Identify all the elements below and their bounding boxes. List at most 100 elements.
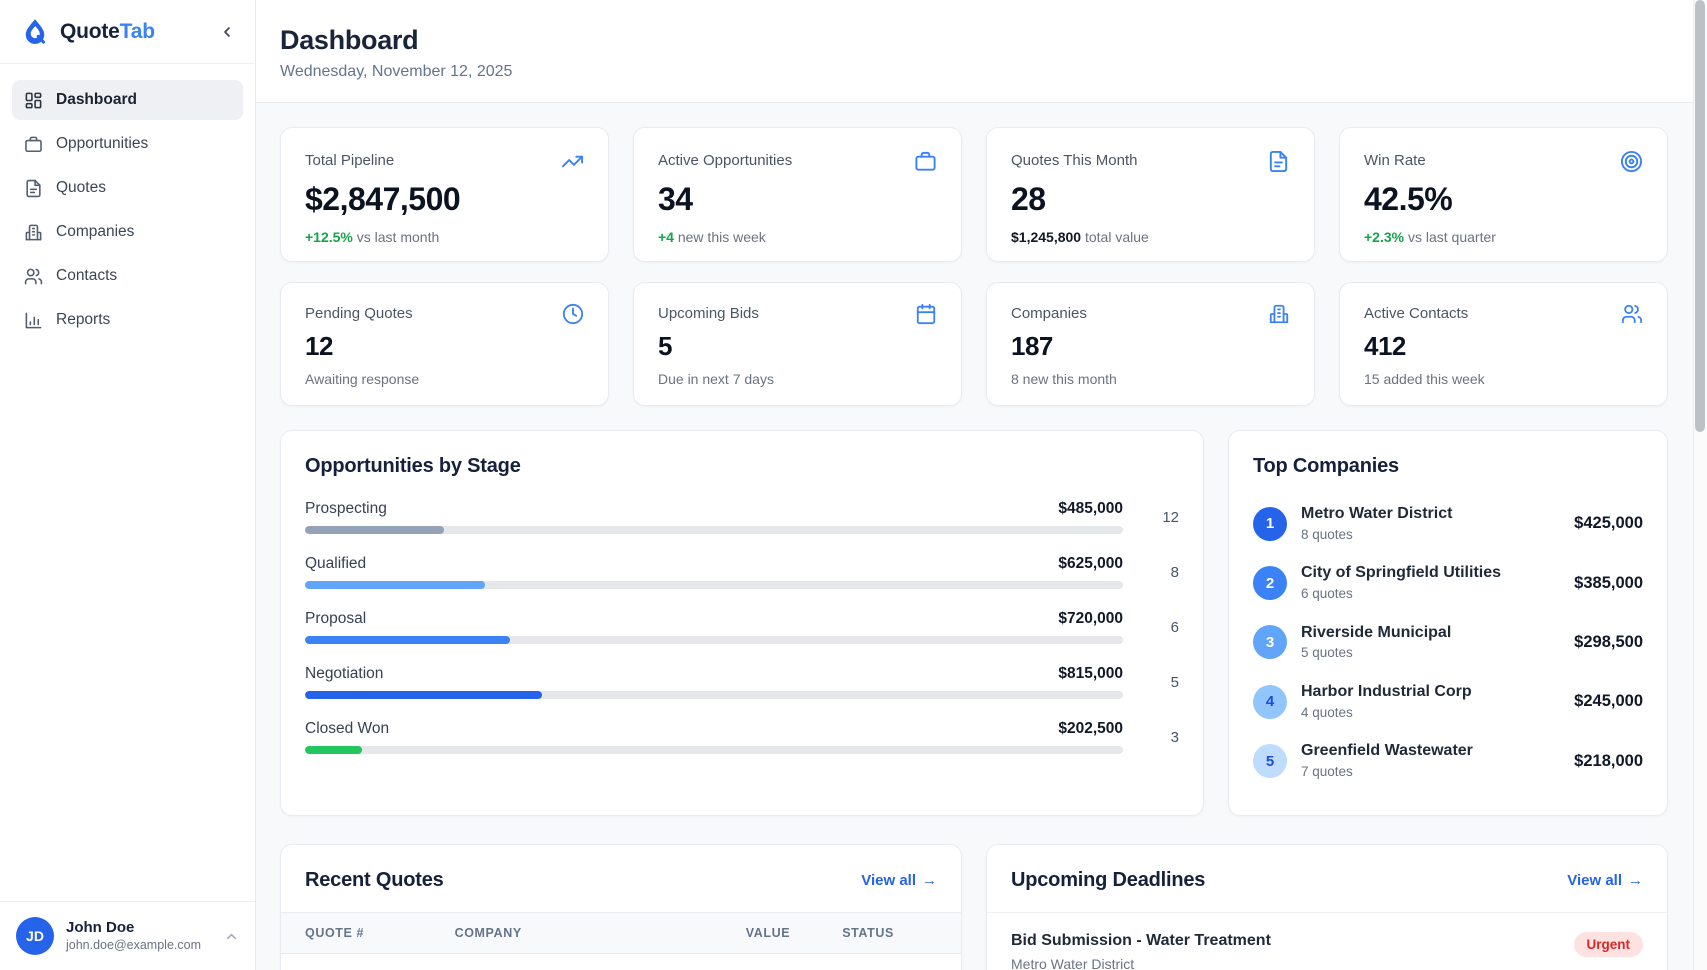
- view-all-deadlines-link[interactable]: View all→: [1567, 872, 1643, 889]
- file-text-icon: [24, 179, 43, 198]
- file-text-icon: [1267, 150, 1290, 173]
- user-menu[interactable]: JD John Doe john.doe@example.com: [0, 901, 255, 970]
- stat-card-companies: Companies 187 8 new this month: [986, 282, 1315, 406]
- top-companies-panel: Top Companies 1 Metro Water District 8 q…: [1228, 430, 1668, 816]
- upcoming-deadlines-panel: Upcoming Deadlines View all→ Bid Submiss…: [986, 844, 1668, 970]
- stat-value: 28: [1011, 181, 1290, 218]
- users-icon: [1621, 303, 1643, 325]
- quotetab-logo-icon: [20, 17, 50, 47]
- sidebar: QuoteTab Dashboard Opportunities Quotes: [0, 0, 256, 970]
- panel-title: Top Companies: [1253, 455, 1643, 478]
- stat-card-active-opportunities: Active Opportunities 34 +4 new this week: [633, 127, 962, 262]
- deadline-item[interactable]: Bid Submission - Water Treatment Metro W…: [987, 912, 1667, 970]
- company-quotes: 7 quotes: [1301, 763, 1560, 781]
- company-quotes: 8 quotes: [1301, 526, 1560, 544]
- company-value: $298,500: [1574, 633, 1643, 652]
- chevron-up-icon: [224, 929, 239, 944]
- progress-bar-fill: [305, 746, 362, 754]
- sidebar-item-companies[interactable]: Companies: [12, 212, 243, 252]
- company-value: $218,000: [1574, 752, 1643, 771]
- stage-label: Closed Won: [305, 720, 389, 738]
- logo-row: QuoteTab: [0, 0, 255, 64]
- calendar-icon: [915, 303, 937, 325]
- company-item[interactable]: 3 Riverside Municipal 5 quotes $298,500: [1253, 613, 1643, 672]
- stage-row-negotiation: Negotiation $815,000 5: [305, 665, 1179, 699]
- deadline-company: Metro Water District: [1011, 956, 1271, 970]
- column-header-status: STATUS: [818, 912, 961, 953]
- user-name: John Doe: [66, 919, 212, 938]
- column-header-value: VALUE: [682, 912, 818, 953]
- sidebar-collapse-button[interactable]: [213, 18, 241, 46]
- company-name: City of Springfield Utilities: [1301, 563, 1560, 584]
- sidebar-item-label: Companies: [56, 223, 134, 241]
- trending-up-icon: [561, 150, 584, 173]
- vertical-scrollbar-thumb[interactable]: [1695, 0, 1705, 432]
- company-quotes: 5 quotes: [1301, 644, 1560, 662]
- panel-title: Opportunities by Stage: [305, 455, 1179, 478]
- company-item[interactable]: 5 Greenfield Wastewater 7 quotes $218,00…: [1253, 731, 1643, 790]
- stat-delta: +4: [658, 229, 674, 245]
- stage-count: 12: [1123, 509, 1179, 526]
- progress-bar-track: [305, 691, 1123, 699]
- company-item[interactable]: 4 Harbor Industrial Corp 4 quotes $245,0…: [1253, 672, 1643, 731]
- stage-label: Qualified: [305, 555, 366, 573]
- page-date: Wednesday, November 12, 2025: [280, 63, 1668, 81]
- company-value: $245,000: [1574, 692, 1643, 711]
- progress-bar-fill: [305, 636, 510, 644]
- stat-sub: Due in next 7 days: [658, 371, 937, 387]
- progress-bar-track: [305, 746, 1123, 754]
- sidebar-item-opportunities[interactable]: Opportunities: [12, 124, 243, 164]
- stage-list: Prospecting $485,000 12 Qualified $625,0…: [305, 500, 1179, 754]
- sidebar-item-contacts[interactable]: Contacts: [12, 256, 243, 296]
- chevron-left-icon: [219, 24, 235, 40]
- recent-quotes-panel: Recent Quotes View all→ QUOTE # COMPANY …: [280, 844, 962, 970]
- briefcase-icon: [914, 150, 937, 173]
- progress-bar-fill: [305, 691, 542, 699]
- briefcase-icon: [24, 135, 43, 154]
- rank-badge: 3: [1253, 625, 1287, 659]
- stage-row-qualified: Qualified $625,000 8: [305, 555, 1179, 589]
- sidebar-item-dashboard[interactable]: Dashboard: [12, 80, 243, 120]
- company-item[interactable]: 2 City of Springfield Utilities 6 quotes…: [1253, 553, 1643, 612]
- rank-badge: 4: [1253, 685, 1287, 719]
- company-name: Greenfield Wastewater: [1301, 741, 1560, 762]
- stat-sub: +2.3% vs last quarter: [1364, 229, 1643, 245]
- stat-delta: +2.3%: [1364, 229, 1404, 245]
- arrow-right-icon: →: [922, 872, 937, 889]
- sidebar-item-label: Contacts: [56, 267, 117, 285]
- stage-count: 8: [1123, 564, 1179, 581]
- company-item[interactable]: 1 Metro Water District 8 quotes $425,000: [1253, 494, 1643, 553]
- stat-card-pending-quotes: Pending Quotes 12 Awaiting response: [280, 282, 609, 406]
- stat-card-total-pipeline: Total Pipeline $2,847,500 +12.5% vs last…: [280, 127, 609, 262]
- clock-icon: [562, 303, 584, 325]
- stage-value: $815,000: [1058, 665, 1123, 683]
- stat-value: 412: [1364, 331, 1643, 362]
- sidebar-item-reports[interactable]: Reports: [12, 300, 243, 340]
- dashboard-content: Total Pipeline $2,847,500 +12.5% vs last…: [256, 103, 1707, 970]
- bar-chart-icon: [24, 311, 43, 330]
- recent-quotes-table: QUOTE # COMPANY VALUE STATUS QTE-18475 M…: [281, 912, 961, 970]
- brand-name: QuoteTab: [60, 20, 203, 44]
- main-area: Dashboard Wednesday, November 12, 2025 T…: [256, 0, 1707, 970]
- sidebar-item-label: Quotes: [56, 179, 106, 197]
- view-all-quotes-link[interactable]: View all→: [861, 872, 937, 889]
- panel-title: Recent Quotes: [305, 869, 444, 892]
- stat-value: 12: [305, 331, 584, 362]
- sidebar-nav: Dashboard Opportunities Quotes Companies…: [0, 64, 255, 356]
- stat-value: 34: [658, 181, 937, 218]
- stat-strong: $1,245,800: [1011, 229, 1081, 245]
- stage-value: $202,500: [1058, 720, 1123, 738]
- target-icon: [1620, 150, 1643, 173]
- sidebar-item-quotes[interactable]: Quotes: [12, 168, 243, 208]
- quote-row[interactable]: QTE-18475 Metro Water District $125,400 …: [281, 953, 961, 970]
- arrow-right-icon: →: [1628, 872, 1643, 889]
- panel-title: Upcoming Deadlines: [1011, 869, 1205, 892]
- building-icon: [1268, 303, 1290, 325]
- stat-label: Total Pipeline: [305, 150, 394, 169]
- stat-label: Pending Quotes: [305, 303, 413, 322]
- stat-label: Upcoming Bids: [658, 303, 759, 322]
- stat-card-upcoming-bids: Upcoming Bids 5 Due in next 7 days: [633, 282, 962, 406]
- stat-label: Active Contacts: [1364, 303, 1468, 322]
- stats-row-1: Total Pipeline $2,847,500 +12.5% vs last…: [280, 127, 1668, 262]
- avatar: JD: [16, 917, 54, 955]
